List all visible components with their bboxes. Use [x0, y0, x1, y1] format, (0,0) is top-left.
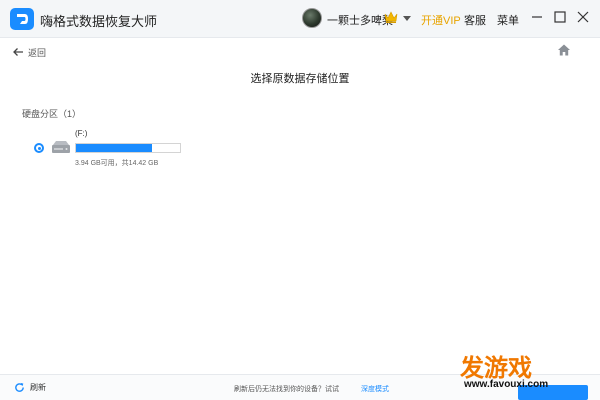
drive-name[interactable]: (F:) — [75, 129, 87, 138]
drive-usage-fill — [76, 144, 152, 152]
refresh-label: 刷新 — [30, 383, 46, 392]
back-button[interactable]: 返回 — [12, 44, 46, 60]
section-label-partitions: 硬盘分区（1） — [22, 109, 82, 119]
app-title: 嗨格式数据恢复大师 — [40, 14, 158, 29]
site-watermark: 发游戏 www.favouxi.com — [456, 348, 600, 396]
hard-drive-icon[interactable] — [49, 136, 73, 160]
menu-button[interactable]: 菜单 — [497, 12, 519, 28]
watermark-brand: 发游戏 — [460, 354, 532, 382]
refresh-button[interactable]: 刷新 — [14, 382, 46, 393]
close-icon[interactable] — [576, 10, 590, 24]
page-title: 选择原数据存储位置 — [250, 73, 350, 85]
open-vip-button[interactable]: 开通VIP — [421, 12, 461, 28]
watermark-url: www.favouxi.com — [464, 379, 549, 390]
back-arrow-icon — [13, 48, 23, 56]
home-icon[interactable] — [557, 43, 571, 57]
customer-service-button[interactable]: 客服 — [464, 12, 486, 28]
minimize-icon[interactable] — [530, 10, 544, 24]
drive-capacity-info: 3.94 GB可用，共14.42 GB — [75, 160, 159, 167]
avatar[interactable] — [302, 8, 322, 28]
deep-mode-link[interactable]: 深度模式 — [361, 384, 389, 394]
app-logo-icon — [10, 8, 34, 30]
title-bar: 嗨格式数据恢复大师 一颗士多啤梨 开通VIP 客服 菜单 — [0, 0, 600, 38]
refresh-icon — [15, 382, 24, 392]
drive-usage-bar — [75, 143, 181, 153]
not-found-hint: 刷新后仍无法找到你的设备？试试 — [234, 386, 339, 393]
crown-icon — [384, 11, 398, 23]
account-dropdown-icon[interactable] — [403, 16, 411, 21]
maximize-icon[interactable] — [553, 10, 567, 24]
drive-select-radio[interactable] — [34, 143, 44, 153]
back-label: 返回 — [28, 47, 47, 58]
